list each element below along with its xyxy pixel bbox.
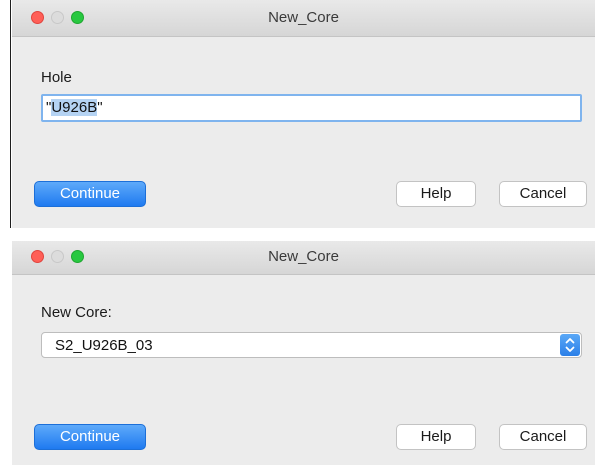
hole-input[interactable]: "U926B" [41,94,582,122]
select-value: S2_U926B_03 [55,337,153,354]
new-core-select-dialog: New_Core New Core: S2_U926B_03 Continue … [12,241,595,465]
new-core-label: New Core: [41,304,112,321]
up-down-chevron-icon[interactable] [560,334,580,356]
hole-label: Hole [41,69,72,86]
continue-button[interactable]: Continue [34,181,146,207]
new-core-hole-dialog: New_Core Hole "U926B" Continue Help Canc… [12,0,595,228]
cancel-button[interactable]: Cancel [499,424,587,450]
window-title: New_Core [268,248,339,265]
title-bar: New_Core [12,241,595,275]
title-bar: New_Core [12,0,595,37]
help-button[interactable]: Help [396,424,476,450]
new-core-select[interactable]: S2_U926B_03 [41,332,582,358]
cancel-button[interactable]: Cancel [499,181,587,207]
input-quote-close: " [97,99,103,116]
continue-button[interactable]: Continue [34,424,146,450]
input-selected-text: U926B [51,99,98,116]
help-button[interactable]: Help [396,181,476,207]
window-title: New_Core [268,9,339,26]
window-edge-line [10,0,11,228]
